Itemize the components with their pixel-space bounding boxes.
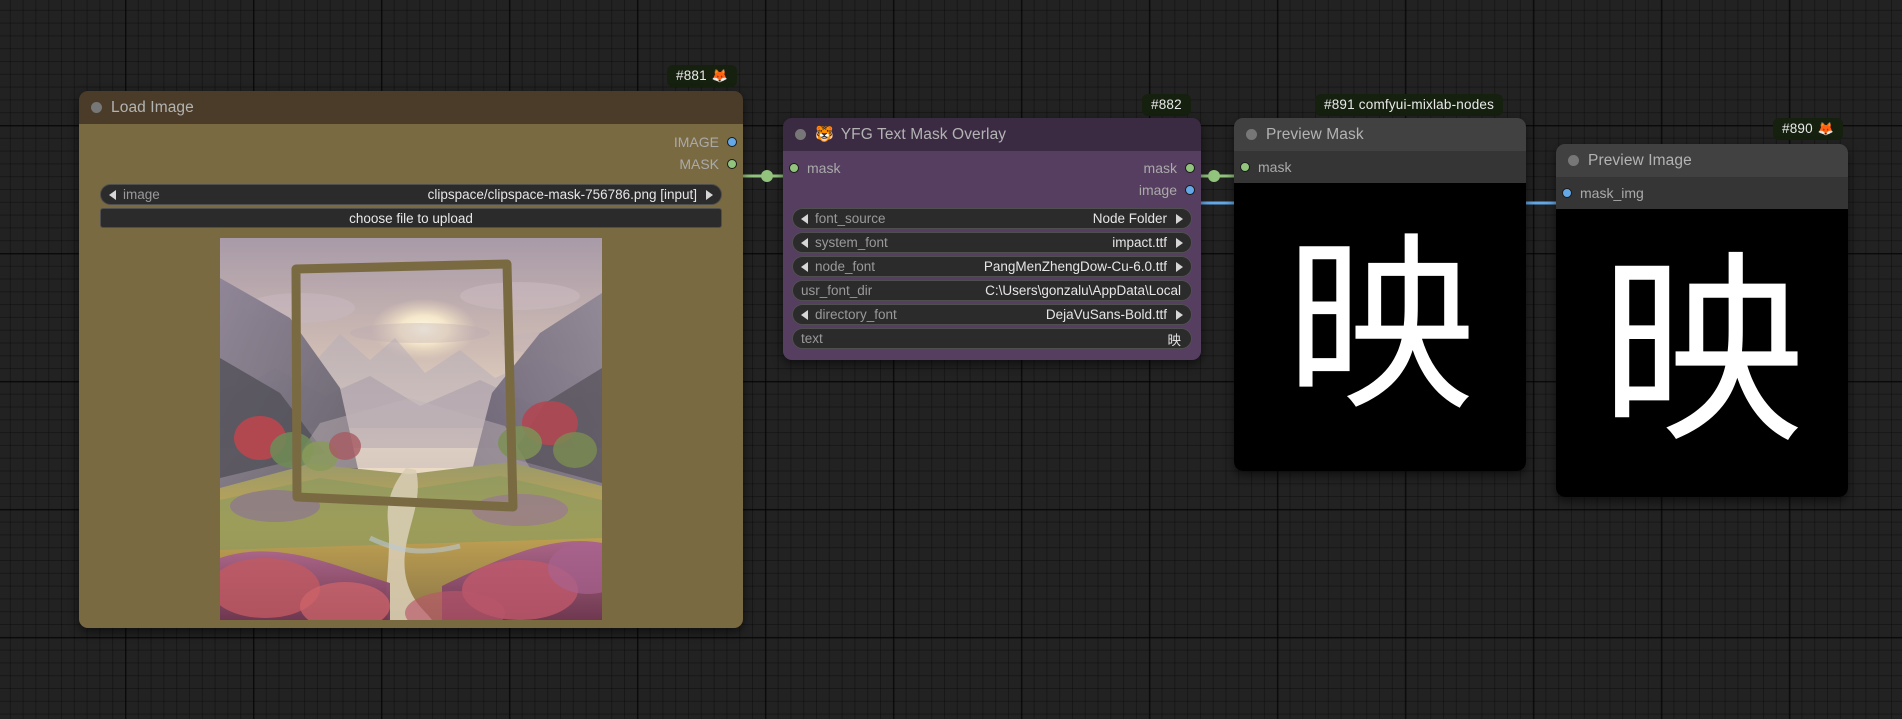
node-body-preview-image: mask_img 映: [1556, 177, 1848, 497]
next-arrow-icon[interactable]: [706, 189, 713, 200]
node-header-yfg[interactable]: 🐯 YFG Text Mask Overlay: [783, 118, 1201, 151]
preview-image-content: 映: [1556, 209, 1848, 497]
widget-text-value: 映: [1167, 332, 1182, 349]
next-arrow-icon-node-font[interactable]: [1176, 261, 1183, 272]
node-preview-image[interactable]: Preview Image mask_img 映: [1556, 144, 1848, 497]
next-arrow-icon-directory-font[interactable]: [1176, 309, 1183, 320]
input-slot-mask-preview[interactable]: mask: [1234, 156, 1526, 178]
input-slot-mask-yfg[interactable]: mask: [783, 157, 992, 179]
choose-file-to-upload-button[interactable]: choose file to upload: [100, 208, 722, 228]
widget-image-combo[interactable]: image clipspace/clipspace-mask-756786.pn…: [100, 184, 722, 205]
node-badge-882: #882: [1142, 94, 1191, 116]
node-badge-881: #881 🦊: [667, 65, 738, 87]
output-slot-mask-yfg[interactable]: mask: [992, 157, 1201, 179]
collapse-toggle-icon-preview-mask[interactable]: [1246, 129, 1257, 140]
output-slot-image[interactable]: IMAGE: [79, 131, 743, 153]
output-slot-image-yfg[interactable]: image: [783, 179, 1201, 201]
prev-arrow-icon-system-font[interactable]: [801, 237, 808, 248]
badge-id-label-882: #882: [1151, 97, 1182, 112]
link-center-dot-2: [1208, 170, 1220, 182]
node-badge-890: #890 🦊: [1773, 118, 1844, 140]
input-dot-mask-img[interactable]: [1562, 188, 1572, 198]
widget-system-font[interactable]: system_font impact.ttf: [792, 232, 1192, 253]
choose-file-label: choose file to upload: [349, 210, 473, 226]
widget-node-font-value: PangMenZhengDow-Cu-6.0.ttf: [983, 259, 1167, 274]
output-dot-mask-yfg[interactable]: [1185, 163, 1195, 173]
widget-text-label: text: [801, 331, 823, 346]
badge-id-label: #881: [676, 68, 707, 83]
collapse-toggle-icon-preview-image[interactable]: [1568, 155, 1579, 166]
link-center-dot-1: [761, 170, 773, 182]
collapse-toggle-icon-yfg[interactable]: [795, 129, 806, 140]
prev-arrow-icon-font-source[interactable]: [801, 213, 808, 224]
node-body-preview-mask: mask 映: [1234, 151, 1526, 471]
widget-font-source[interactable]: font_source Node Folder: [792, 208, 1192, 229]
widget-directory-font[interactable]: directory_font DejaVuSans-Bold.ttf: [792, 304, 1192, 325]
node-badge-891: #891 comfyui-mixlab-nodes: [1315, 94, 1504, 116]
node-header-preview-image[interactable]: Preview Image: [1556, 144, 1848, 177]
badge-id-label-890: #890: [1782, 121, 1813, 136]
graph-canvas[interactable]: #881 🦊 Load Image IMAGE MASK image clips…: [0, 0, 1902, 719]
node-body-yfg: mask mask image font_source Node Folder: [783, 151, 1201, 360]
widget-node-font[interactable]: node_font PangMenZhengDow-Cu-6.0.ttf: [792, 256, 1192, 277]
next-arrow-icon-system-font[interactable]: [1176, 237, 1183, 248]
node-header-preview-mask[interactable]: Preview Mask: [1234, 118, 1526, 151]
node-header-load-image[interactable]: Load Image: [79, 91, 743, 124]
node-body-load-image: IMAGE MASK image clipspace/clipspace-mas…: [79, 124, 743, 628]
widget-usr-font-dir-label: usr_font_dir: [801, 283, 873, 298]
fox-icon: 🦊: [711, 68, 729, 83]
preview-image-glyph-text: 映: [1599, 233, 1805, 472]
node-title-yfg: YFG Text Mask Overlay: [840, 125, 1007, 143]
node-load-image[interactable]: Load Image IMAGE MASK image clipspace/cl…: [79, 91, 743, 628]
preview-mask-image: 映: [1234, 183, 1526, 471]
badge-id-label-891: #891 comfyui-mixlab-nodes: [1324, 97, 1495, 112]
load-image-preview: [220, 238, 602, 620]
collapse-toggle-icon[interactable]: [91, 102, 102, 113]
output-dot-image-yfg[interactable]: [1185, 185, 1195, 195]
node-title-preview-image: Preview Image: [1588, 151, 1692, 169]
output-dot-mask[interactable]: [727, 159, 737, 169]
prev-arrow-icon-directory-font[interactable]: [801, 309, 808, 320]
widget-usr-font-dir-value: C:\Users\gonzalu\AppData\Local: [985, 283, 1181, 298]
prev-arrow-icon[interactable]: [109, 189, 116, 200]
node-yfg-text-mask-overlay[interactable]: 🐯 YFG Text Mask Overlay mask mask image: [783, 118, 1201, 360]
node-title-preview-mask: Preview Mask: [1266, 125, 1364, 143]
output-dot-image[interactable]: [727, 137, 737, 147]
widget-usr-font-dir[interactable]: usr_font_dir C:\Users\gonzalu\AppData\Lo…: [792, 280, 1192, 301]
widget-image-value: clipspace/clipspace-mask-756786.png [inp…: [427, 187, 697, 202]
input-dot-mask-preview[interactable]: [1240, 162, 1250, 172]
next-arrow-icon-font-source[interactable]: [1176, 213, 1183, 224]
input-dot-mask-yfg[interactable]: [789, 163, 799, 173]
tiger-icon: 🐯: [815, 126, 834, 143]
widget-directory-font-value: DejaVuSans-Bold.ttf: [1045, 307, 1167, 322]
input-slot-mask-img[interactable]: mask_img: [1556, 182, 1848, 204]
prev-arrow-icon-node-font[interactable]: [801, 261, 808, 272]
output-slot-mask[interactable]: MASK: [79, 153, 743, 175]
node-preview-mask[interactable]: Preview Mask mask 映: [1234, 118, 1526, 471]
fox-icon-890: 🦊: [1817, 121, 1835, 136]
node-title-load-image: Load Image: [111, 98, 194, 116]
widget-directory-font-label: directory_font: [815, 307, 897, 322]
mask-glyph-text: 映: [1284, 216, 1475, 437]
widget-text[interactable]: text 映: [792, 328, 1192, 349]
